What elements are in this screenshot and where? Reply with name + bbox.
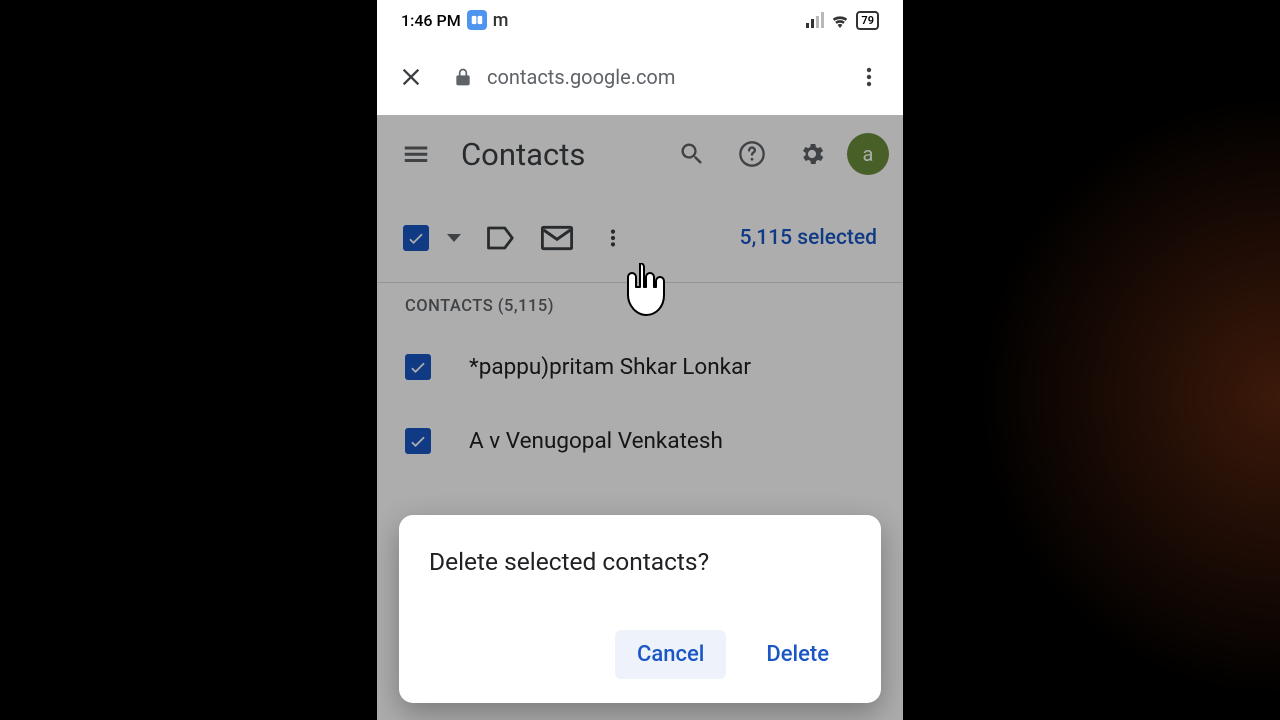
contact-checkbox[interactable] <box>405 428 431 454</box>
contact-name: *pappu)pritam Shkar Lonkar <box>469 354 751 380</box>
search-icon[interactable] <box>667 129 717 179</box>
status-bar: 1:46 PM m 79 <box>377 0 903 40</box>
browser-more-icon[interactable] <box>853 61 885 93</box>
battery-level: 79 <box>861 14 874 27</box>
avatar-letter: a <box>863 142 874 166</box>
status-left: 1:46 PM m <box>401 10 508 31</box>
selection-count: 5,115 selected <box>740 226 877 250</box>
close-icon[interactable] <box>395 61 427 93</box>
delete-button[interactable]: Delete <box>744 630 851 679</box>
url-text: contacts.google.com <box>487 65 675 89</box>
hamburger-icon[interactable] <box>391 129 441 179</box>
app-header: Contacts a <box>377 115 903 193</box>
background-glow <box>900 0 1280 720</box>
avatar[interactable]: a <box>847 133 889 175</box>
selection-more-icon[interactable] <box>597 222 629 254</box>
page-title: Contacts <box>461 136 585 173</box>
battery-icon: 79 <box>856 11 879 30</box>
dialog-actions: Cancel Delete <box>429 630 851 679</box>
signal-icon <box>806 12 824 28</box>
contact-row[interactable]: A v Venugopal Venkatesh <box>377 404 903 478</box>
wifi-icon <box>830 12 850 28</box>
delete-dialog: Delete selected contacts? Cancel Delete <box>399 515 881 703</box>
dialog-title: Delete selected contacts? <box>429 547 851 576</box>
email-icon[interactable] <box>541 222 573 254</box>
status-time: 1:46 PM <box>401 11 461 30</box>
select-all-checkbox[interactable] <box>403 225 429 251</box>
status-right: 79 <box>806 11 879 30</box>
contact-checkbox[interactable] <box>405 354 431 380</box>
app-area: Contacts a <box>377 115 903 720</box>
selection-bar: 5,115 selected <box>377 193 903 283</box>
status-m-icon: m <box>493 10 509 31</box>
contact-row[interactable]: *pappu)pritam Shkar Lonkar <box>377 330 903 404</box>
phone-frame: 1:46 PM m 79 contacts.google.com <box>377 0 903 720</box>
chevron-down-icon[interactable] <box>447 234 461 242</box>
label-icon[interactable] <box>485 222 517 254</box>
status-app-icon <box>467 10 487 30</box>
browser-bar: contacts.google.com <box>377 40 903 115</box>
gear-icon[interactable] <box>787 129 837 179</box>
url-bar[interactable]: contacts.google.com <box>453 65 827 89</box>
section-label: CONTACTS (5,115) <box>377 283 903 330</box>
lock-icon <box>453 66 473 88</box>
cancel-button[interactable]: Cancel <box>615 630 726 679</box>
contact-name: A v Venugopal Venkatesh <box>469 428 723 454</box>
help-icon[interactable] <box>727 129 777 179</box>
